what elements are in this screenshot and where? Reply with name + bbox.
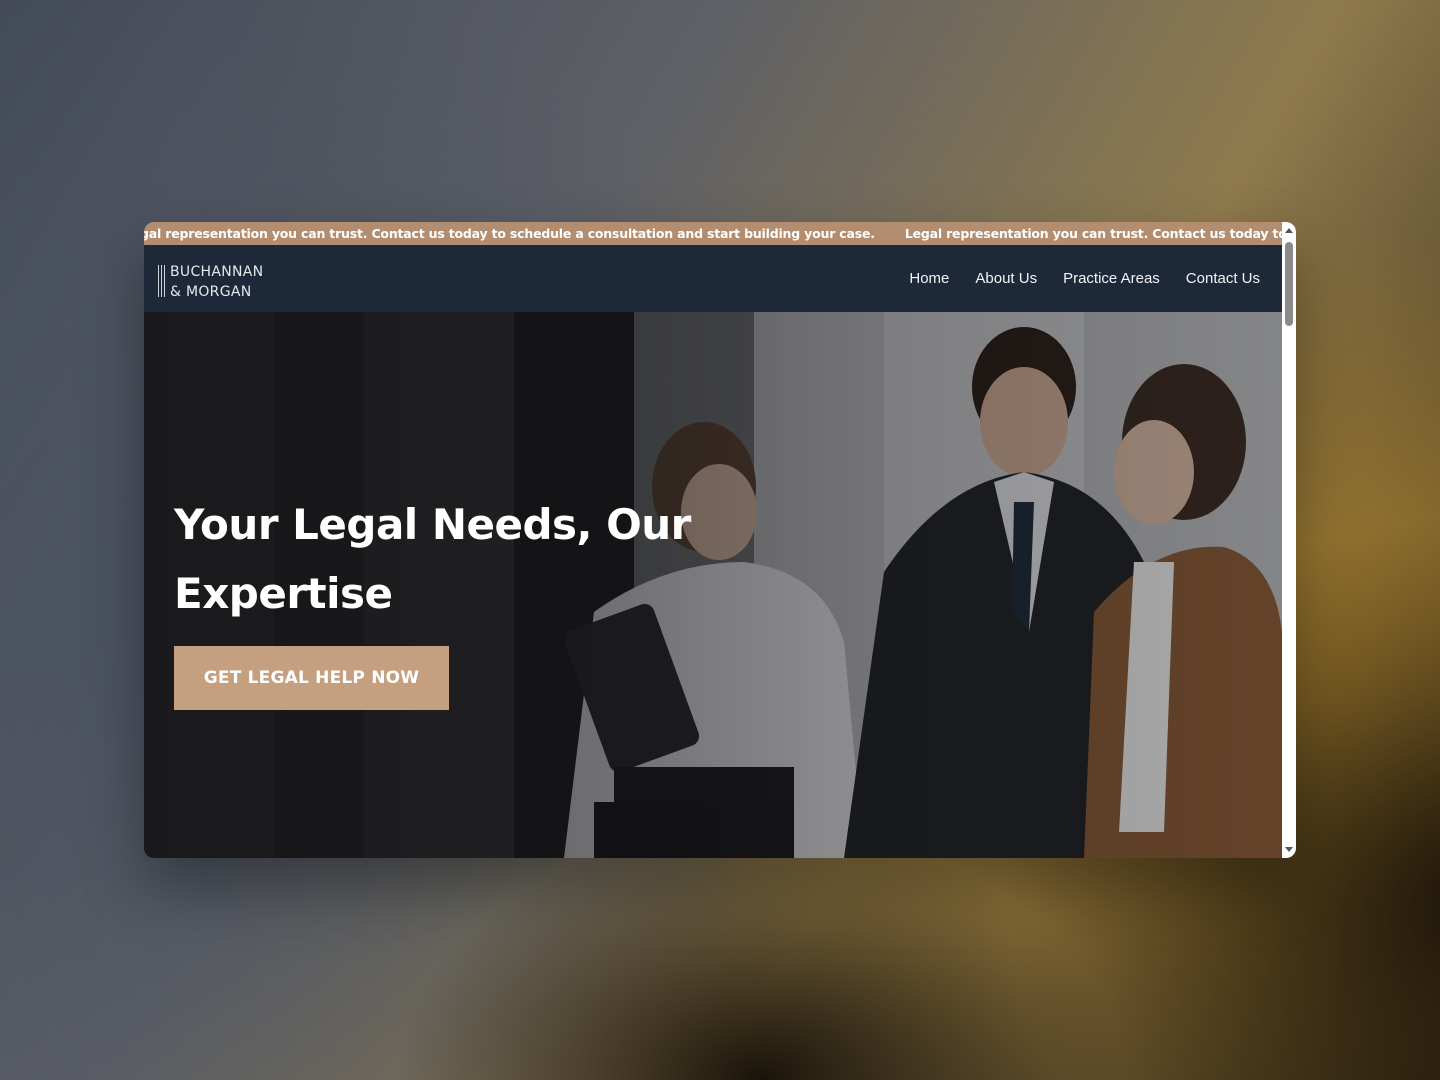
hero-title: Your Legal Needs, Our Expertise (174, 500, 691, 618)
ticker-message: Legal representation you can trust. Cont… (144, 226, 875, 241)
nav-contact-us[interactable]: Contact Us (1186, 270, 1260, 287)
site-header: BUCHANNAN & MORGAN Home About Us Practic… (144, 245, 1282, 312)
nav-about-us[interactable]: About Us (975, 270, 1037, 287)
scroll-down-arrow-icon[interactable] (1285, 847, 1293, 852)
logo-bars-icon (158, 265, 168, 297)
main-nav: Home About Us Practice Areas Contact Us (909, 245, 1260, 312)
brand-logo[interactable]: BUCHANNAN & MORGAN (158, 262, 263, 302)
nav-home[interactable]: Home (909, 270, 949, 287)
hero-section: Your Legal Needs, Our Expertise GET LEGA… (144, 312, 1282, 858)
brand-line-1: BUCHANNAN (170, 264, 264, 280)
ticker-message: Legal representation you can trust. Cont… (904, 226, 1282, 241)
nav-practice-areas[interactable]: Practice Areas (1063, 270, 1160, 287)
page-scrollbar[interactable] (1282, 222, 1296, 858)
scroll-up-arrow-icon[interactable] (1285, 228, 1293, 233)
announcement-ticker: Legal representation you can trust. Cont… (144, 222, 1282, 245)
scrollbar-thumb[interactable] (1285, 242, 1293, 326)
get-legal-help-button[interactable]: GET LEGAL HELP NOW (174, 646, 449, 710)
brand-name: BUCHANNAN & MORGAN (170, 262, 263, 302)
brand-line-2: & MORGAN (170, 284, 252, 300)
ticker-track: Legal representation you can trust. Cont… (144, 222, 1282, 245)
browser-window: Legal representation you can trust. Cont… (144, 222, 1296, 858)
